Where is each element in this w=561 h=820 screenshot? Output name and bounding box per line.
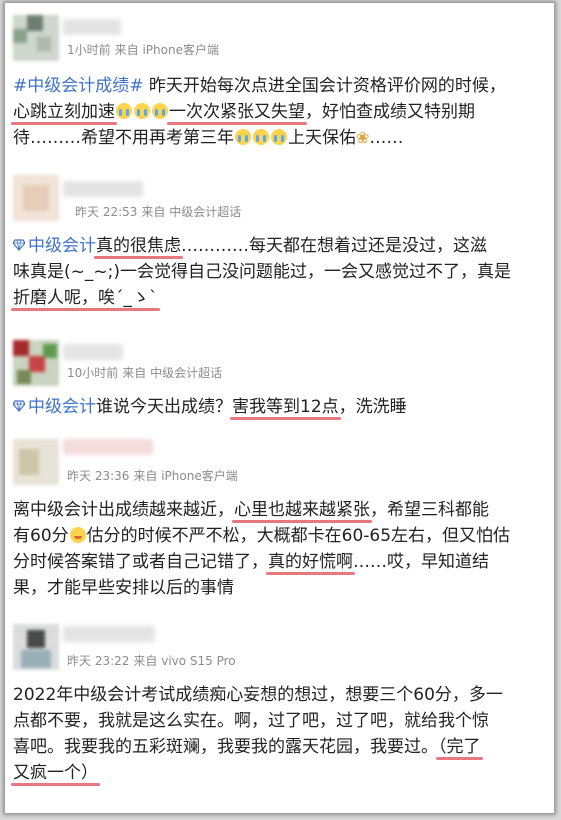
post-text-line: 喜吧。我要我的五彩斑斓，我要我的露天花园，我要过。（完了	[13, 734, 544, 760]
post-meta: 1小时前 来自 iPhone客户端	[67, 41, 223, 58]
hashtag-link[interactable]: 中级会计	[28, 236, 96, 256]
post-text-segment: 待………希望不用再考第三年	[13, 128, 234, 148]
post-meta: 昨天 23:22 来自 vivo S15 Pro	[67, 652, 240, 669]
post-time: 1小时前	[67, 43, 111, 57]
red-underline-mark	[11, 783, 100, 786]
post-meta: 昨天 23:36 来自 iPhone客户端	[67, 467, 242, 484]
post-text-segment: 估分的时候不严不松，大概都卡在60-65左右，但又怕估	[86, 526, 511, 546]
highlighted-phrase: 又疯一个）	[11, 763, 100, 786]
supertopic-diamond-icon	[13, 239, 25, 251]
post-text-line: 有60分 估分的时候不严不松，大概都卡在60-65左右，但又怕估	[13, 523, 544, 549]
post-text-line: 点都不要，我就是这么实在。啊，过了吧，过了吧，就给我个惊	[13, 708, 544, 734]
post-time: 昨天 22:53	[75, 205, 138, 219]
praying-hands-emoji-icon: ❀	[356, 128, 370, 147]
post-text-segment: 点都不要，我就是这么实在。啊，过了吧，过了吧，就给我个惊	[13, 711, 489, 731]
post-time: 昨天 23:36	[67, 469, 130, 483]
avatar[interactable]	[13, 439, 59, 485]
post-source: 来自 iPhone客户端	[133, 469, 238, 483]
post-text-line: 分时候答案错了或者自己记错了，真的好慌啊 ……哎，早知道结	[13, 549, 544, 575]
post-text-line: 折磨人呢，唉´_ゝ`	[11, 285, 544, 311]
post-text-segment: 上天保佑	[288, 128, 356, 148]
highlighted-phrase: 害我等到12点	[230, 397, 341, 420]
post-text-segment: ……	[369, 128, 404, 148]
hashtag-link[interactable]: #中级会计成绩#	[13, 76, 144, 96]
red-underline-mark	[11, 308, 160, 311]
post-text-segment: 2022年中级会计考试成绩痴心妄想的想过，想要三个60分，多一	[13, 685, 503, 705]
highlighted-phrase: 一次次紧张又失望	[167, 102, 307, 125]
crying-face-emoji-icon	[235, 129, 251, 145]
post-text-segment: ，希望三科都能	[370, 500, 489, 520]
red-underline-mark	[167, 122, 307, 125]
post-text-line: #中级会计成绩# 昨天开始每次点进全国会计资格评价网的时候，	[13, 73, 544, 99]
crying-face-emoji-icon	[134, 103, 150, 119]
username-redacted[interactable]	[63, 626, 155, 642]
red-underline-mark	[11, 122, 117, 125]
avatar[interactable]	[13, 175, 59, 221]
post-text-line: 2022年中级会计考试成绩痴心妄想的想过，想要三个60分，多一	[13, 682, 544, 708]
post-text-line: 中级会计谁说今天出成绩？害我等到12点 ，洗洗睡	[13, 394, 544, 420]
red-underline-mark	[232, 520, 372, 523]
crying-face-emoji-icon	[116, 103, 132, 119]
post-source: 来自 中级会计超话	[122, 366, 223, 380]
post-source: 来自 vivo S15 Pro	[133, 654, 236, 668]
post-text-segment: …………每天都在想着过还是没过，这滋	[181, 236, 487, 256]
post-body: 中级会计真的很焦虑 …………每天都在想着过还是没过，这滋味真是(~_~;)一会觉得…	[11, 233, 544, 311]
avatar[interactable]	[13, 340, 59, 386]
post-text-segment: 昨天开始每次点进全国会计资格评价网的时候，	[143, 76, 506, 96]
username-redacted[interactable]	[63, 344, 123, 360]
highlighted-phrase: 心里也越来越紧张	[232, 500, 372, 523]
highlighted-phrase: 真的很焦虑	[94, 236, 183, 259]
post-text-line: 又疯一个）	[11, 760, 544, 786]
post-source: 来自 中级会计超话	[141, 205, 242, 219]
highlighted-phrase: 真的好慌啊	[266, 552, 355, 575]
post-text-line: 中级会计真的很焦虑 …………每天都在想着过还是没过，这滋	[13, 233, 544, 259]
post-text-line: 待………希望不用再考第三年 上天保佑❀……	[13, 125, 544, 151]
crying-face-emoji-icon	[253, 129, 269, 145]
crying-face-emoji-icon	[152, 103, 168, 119]
highlighted-phrase: 折磨人呢，唉´_ゝ`	[11, 288, 160, 311]
red-underline-mark	[436, 757, 483, 760]
post-text-segment: 离中级会计出成绩越来越近，	[13, 500, 234, 520]
blush-face-emoji-icon	[69, 527, 86, 543]
red-underline-mark	[94, 256, 183, 259]
post-text-segment: ，好怕查成绩又特别期	[305, 102, 475, 122]
post-meta: 10小时前 来自 中级会计超话	[67, 364, 226, 381]
post-text-segment: 味真是(~_~;)一会觉得自己没问题能过，一会又感觉过不了，真是	[13, 262, 511, 282]
username-redacted[interactable]	[63, 439, 153, 455]
post-time: 昨天 23:22	[67, 654, 130, 668]
post-text-line: 离中级会计出成绩越来越近，心里也越来越紧张 ，希望三科都能	[13, 497, 544, 523]
post-text-line: 果，才能早些安排以后的事情	[13, 575, 544, 601]
post-text-segment: 分时候答案错了或者自己记错了，	[13, 552, 268, 572]
post-body: 2022年中级会计考试成绩痴心妄想的想过，想要三个60分，多一 点都不要，我就是这…	[11, 682, 544, 786]
supertopic-diamond-icon	[13, 400, 25, 412]
post-text-segment: 喜吧。我要我的五彩斑斓，我要我的露天花园，我要过。	[13, 737, 438, 757]
username-redacted[interactable]	[63, 181, 143, 197]
post-meta: 昨天 22:53 来自 中级会计超话	[75, 203, 245, 220]
post-body: 中级会计谁说今天出成绩？害我等到12点 ，洗洗睡	[13, 394, 544, 420]
post-source: 来自 iPhone客户端	[114, 43, 219, 57]
avatar[interactable]	[13, 624, 59, 670]
hashtag-link[interactable]: 中级会计	[28, 397, 96, 417]
post-text-segment: ，洗洗睡	[338, 397, 407, 417]
highlighted-phrase: 心跳立刻加速	[11, 102, 117, 125]
avatar[interactable]	[13, 15, 59, 61]
post-text-line: 味真是(~_~;)一会觉得自己没问题能过，一会又感觉过不了，真是	[13, 259, 544, 285]
post-text-segment: 有60分	[13, 526, 69, 546]
weibo-feed-screenshot: 1小时前 来自 iPhone客户端 #中级会计成绩# 昨天开始每次点进全国会计资格…	[5, 3, 554, 813]
post-body: 离中级会计出成绩越来越近，心里也越来越紧张 ，希望三科都能 有60分 估分的时候不严不…	[13, 497, 544, 601]
red-underline-mark	[266, 572, 355, 575]
highlighted-phrase: （完了	[436, 737, 483, 760]
post-body: #中级会计成绩# 昨天开始每次点进全国会计资格评价网的时候， 心跳立刻加速 一次次紧…	[11, 73, 544, 151]
red-underline-mark	[230, 417, 341, 420]
post-text-segment: 谁说今天出成绩？	[96, 397, 232, 417]
crying-face-emoji-icon	[271, 129, 287, 145]
post-text-segment: ……哎，早知道结	[353, 552, 489, 572]
post-time: 10小时前	[67, 366, 119, 380]
post-text-line: 心跳立刻加速 一次次紧张又失望 ，好怕查成绩又特别期	[11, 99, 544, 125]
username-redacted[interactable]	[63, 19, 121, 35]
post-text-segment: 果，才能早些安排以后的事情	[13, 578, 234, 598]
